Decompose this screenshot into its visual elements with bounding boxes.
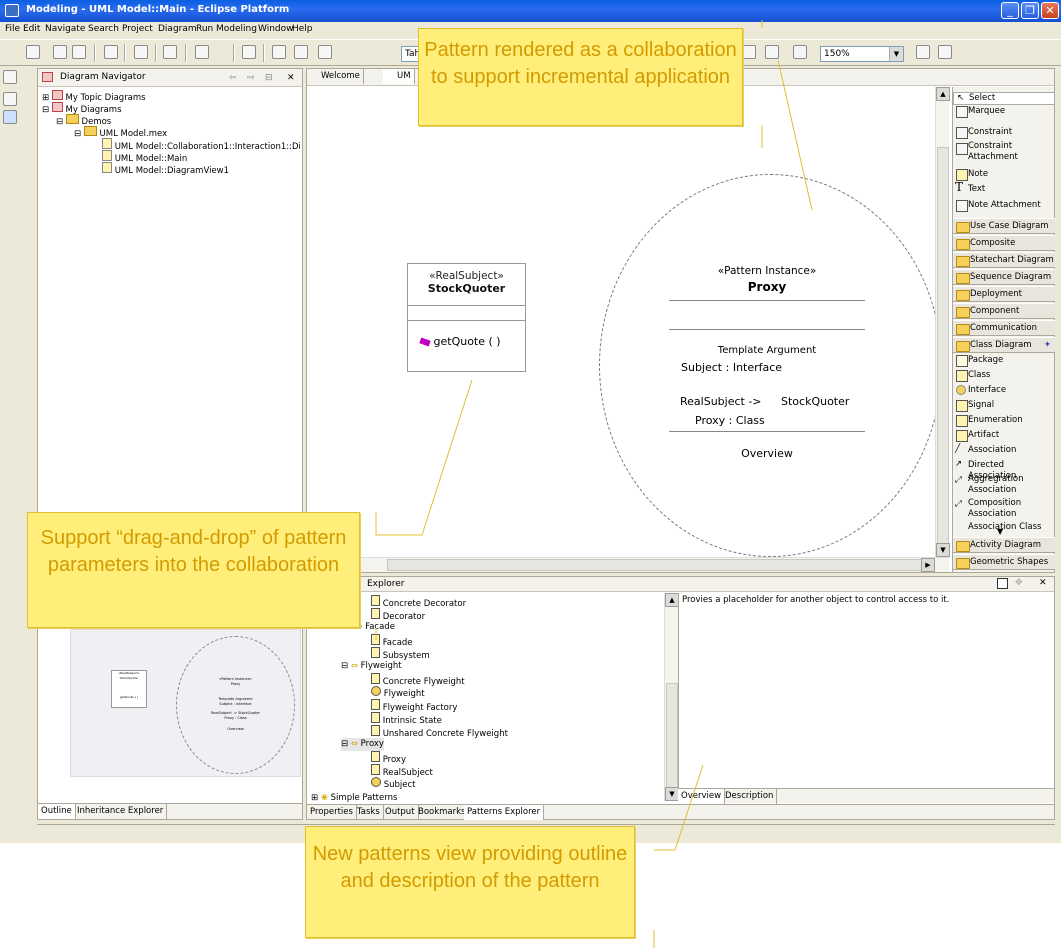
connector-line <box>375 379 473 536</box>
connector-line <box>777 59 813 211</box>
callout-connectors <box>375 20 813 948</box>
callout-text: New patterns view providing outline and … <box>312 843 628 892</box>
callout-collaboration: Pattern rendered as a collaboration to s… <box>418 28 743 126</box>
callout-drag-and-drop: Support “drag-and-drop” of pattern param… <box>27 512 360 628</box>
callout-patterns-view: New patterns view providing outline and … <box>305 826 635 938</box>
callout-text: Pattern rendered as a collaboration to s… <box>424 39 737 88</box>
callout-text: Support “drag-and-drop” of pattern param… <box>40 527 347 576</box>
connector-line <box>654 764 704 851</box>
